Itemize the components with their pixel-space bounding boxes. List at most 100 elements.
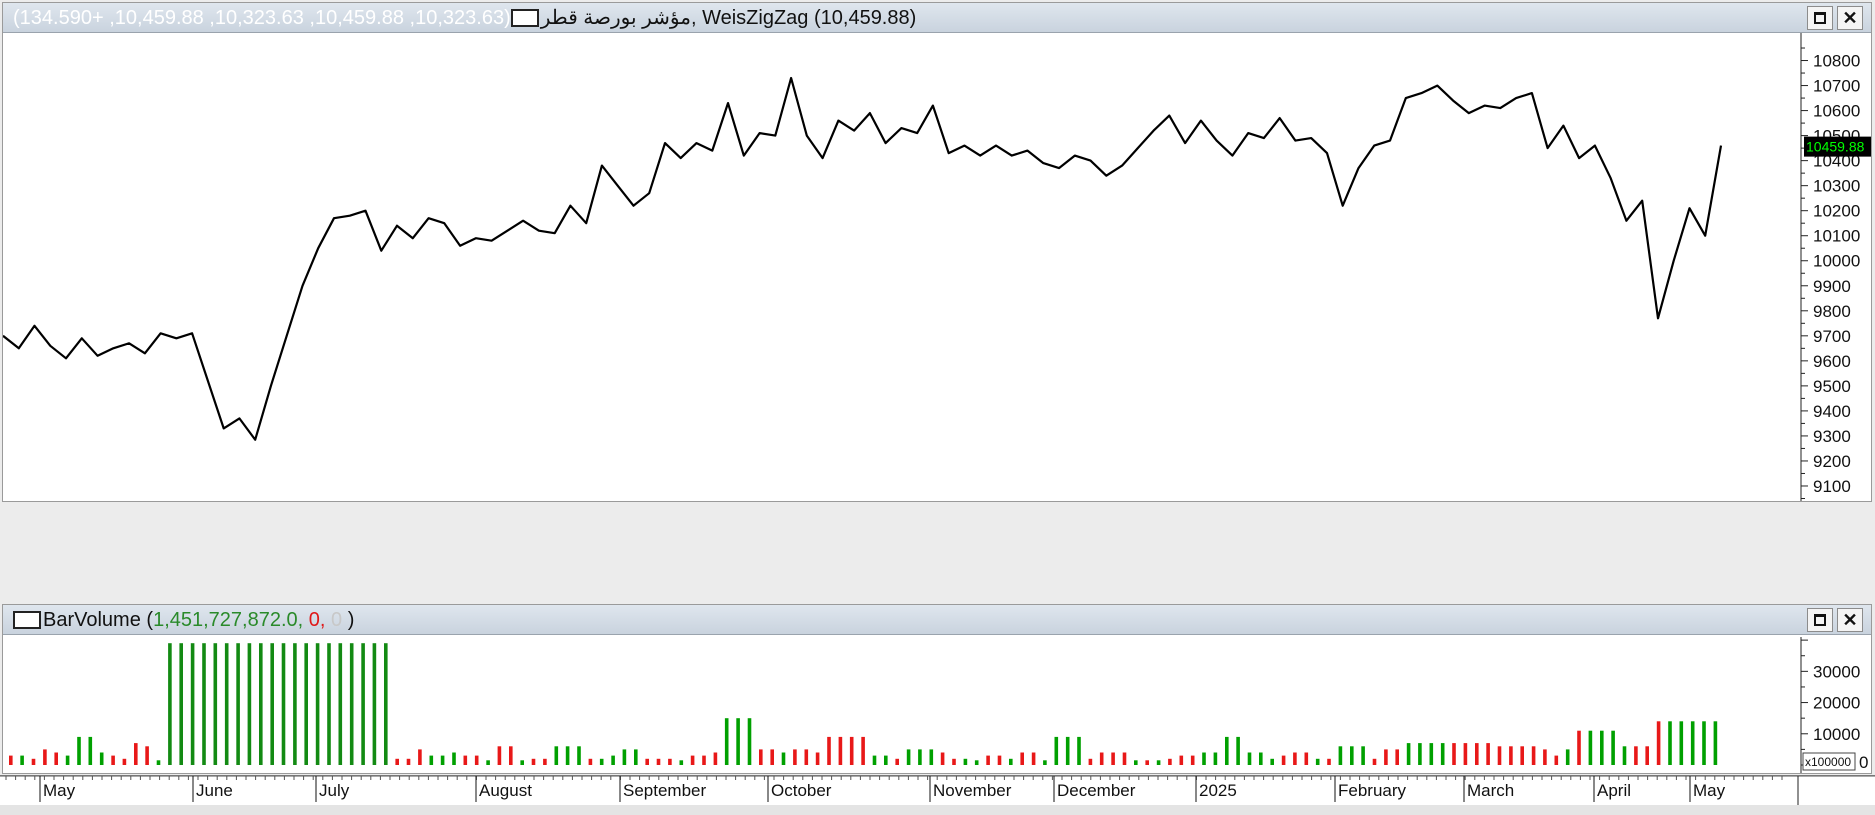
volume-bar[interactable] — [599, 758, 604, 765]
volume-bar[interactable] — [838, 736, 843, 765]
volume-bar[interactable] — [1315, 758, 1320, 765]
volume-bar[interactable] — [1531, 746, 1536, 765]
volume-bar[interactable] — [884, 755, 888, 765]
volume-bar[interactable] — [986, 755, 990, 765]
volume-bar[interactable] — [997, 755, 1002, 765]
volume-bar[interactable] — [1668, 721, 1672, 765]
weiszigzag-line[interactable] — [3, 76, 1723, 441]
volume-bar[interactable] — [31, 758, 36, 765]
volume-bar[interactable] — [1588, 730, 1593, 765]
volume-bar[interactable] — [213, 643, 218, 765]
time-axis[interactable]: May June July August September October Novembe… — [0, 775, 1875, 806]
volume-bar[interactable] — [179, 643, 183, 765]
volume-bar[interactable] — [1202, 752, 1206, 766]
volume-bar[interactable] — [1088, 758, 1093, 765]
volume-bar[interactable] — [1463, 743, 1468, 765]
volume-bar[interactable] — [929, 749, 934, 765]
volume-bar[interactable] — [474, 755, 479, 765]
volume-bar[interactable] — [906, 749, 911, 765]
volume-bar[interactable] — [1395, 749, 1399, 765]
volume-bar[interactable] — [895, 758, 899, 765]
volume-bar[interactable] — [872, 755, 877, 765]
volume-bar[interactable] — [293, 643, 297, 765]
volume-bar[interactable] — [452, 752, 456, 766]
volume-bar[interactable] — [1656, 721, 1661, 765]
volume-bar[interactable] — [577, 746, 581, 765]
volume-bar[interactable] — [315, 643, 320, 765]
volume-chart[interactable]: 10000 20000 30000 x100000 0 — [3, 605, 1871, 773]
volume-bar[interactable] — [759, 749, 763, 765]
volume-bar[interactable] — [815, 752, 820, 766]
volume-bar[interactable] — [1577, 730, 1581, 765]
volume-bar[interactable] — [361, 643, 365, 765]
volume-bar[interactable] — [781, 752, 786, 766]
volume-bar[interactable] — [9, 755, 13, 765]
volume-bar[interactable] — [77, 736, 81, 765]
volume-bar[interactable] — [849, 736, 854, 765]
volume-bar[interactable] — [1475, 743, 1479, 765]
volume-bar[interactable] — [259, 643, 263, 765]
volume-bar[interactable] — [713, 752, 718, 766]
volume-bar[interactable] — [770, 749, 774, 765]
volume-bar[interactable] — [1611, 730, 1615, 765]
volume-bar[interactable] — [281, 643, 286, 765]
volume-bar[interactable] — [1327, 758, 1331, 765]
volume-bar[interactable] — [54, 752, 58, 766]
volume-bar[interactable] — [406, 758, 411, 765]
price-chart[interactable]: 9100 9200 9300 9400 9500 9600 9700 9800 9900 1000… — [3, 3, 1871, 501]
volume-bar[interactable] — [1099, 752, 1104, 766]
volume-bar[interactable] — [1304, 752, 1309, 766]
volume-bar[interactable] — [1168, 758, 1172, 765]
volume-bar[interactable] — [338, 643, 343, 765]
volume-bar[interactable] — [963, 758, 968, 765]
volume-bar[interactable] — [1145, 760, 1149, 765]
volume-bar[interactable] — [1497, 746, 1502, 765]
volume-bar[interactable] — [804, 749, 809, 765]
volume-bar[interactable] — [668, 758, 672, 765]
volume-bar[interactable] — [588, 758, 593, 765]
volume-bar[interactable] — [1179, 755, 1184, 765]
volume-bar[interactable] — [156, 760, 161, 765]
volume-bar[interactable] — [1054, 736, 1059, 765]
volume-bar[interactable] — [1111, 752, 1115, 766]
volume-bar[interactable] — [724, 718, 729, 765]
volume-bar[interactable] — [634, 749, 638, 765]
volume-bar[interactable] — [827, 736, 831, 765]
volume-bar[interactable] — [190, 643, 195, 765]
volume-bar[interactable] — [554, 746, 559, 765]
volume-bar[interactable] — [463, 755, 468, 765]
volume-bar[interactable] — [690, 755, 695, 765]
volume-bar[interactable] — [247, 643, 252, 765]
volume-bar[interactable] — [656, 758, 661, 765]
volume-bar[interactable] — [43, 749, 47, 765]
volume-bar[interactable] — [327, 643, 331, 765]
volume-bar[interactable] — [1156, 760, 1161, 765]
volume-bar[interactable] — [974, 760, 979, 765]
volume-bar[interactable] — [384, 643, 388, 765]
volume-bar[interactable] — [543, 758, 547, 765]
volume-bar[interactable] — [918, 749, 922, 765]
volume-bar[interactable] — [1634, 746, 1638, 765]
volume-bar[interactable] — [1134, 760, 1138, 765]
volume-bar[interactable] — [952, 758, 956, 765]
volume-bar[interactable] — [1600, 730, 1604, 765]
volume-bar[interactable] — [202, 643, 206, 765]
volume-bar[interactable] — [99, 752, 104, 766]
volume-bar[interactable] — [429, 755, 434, 765]
volume-bar[interactable] — [520, 760, 524, 765]
volume-bar[interactable] — [1622, 746, 1627, 765]
volume-bar[interactable] — [1043, 760, 1047, 765]
volume-bar[interactable] — [88, 736, 93, 765]
volume-bar[interactable] — [747, 718, 752, 765]
volume-bar[interactable] — [861, 736, 865, 765]
volume-bar[interactable] — [1213, 752, 1218, 766]
volume-bar[interactable] — [1690, 721, 1695, 765]
volume-bar[interactable] — [1440, 743, 1445, 765]
volume-bar[interactable] — [736, 718, 740, 765]
volume-bar[interactable] — [145, 746, 149, 765]
volume-bar[interactable] — [1645, 746, 1649, 765]
volume-bar[interactable] — [1486, 743, 1490, 765]
volume-bar[interactable] — [1361, 746, 1365, 765]
volume-bar[interactable] — [1452, 743, 1456, 765]
volume-bar[interactable] — [1543, 749, 1547, 765]
